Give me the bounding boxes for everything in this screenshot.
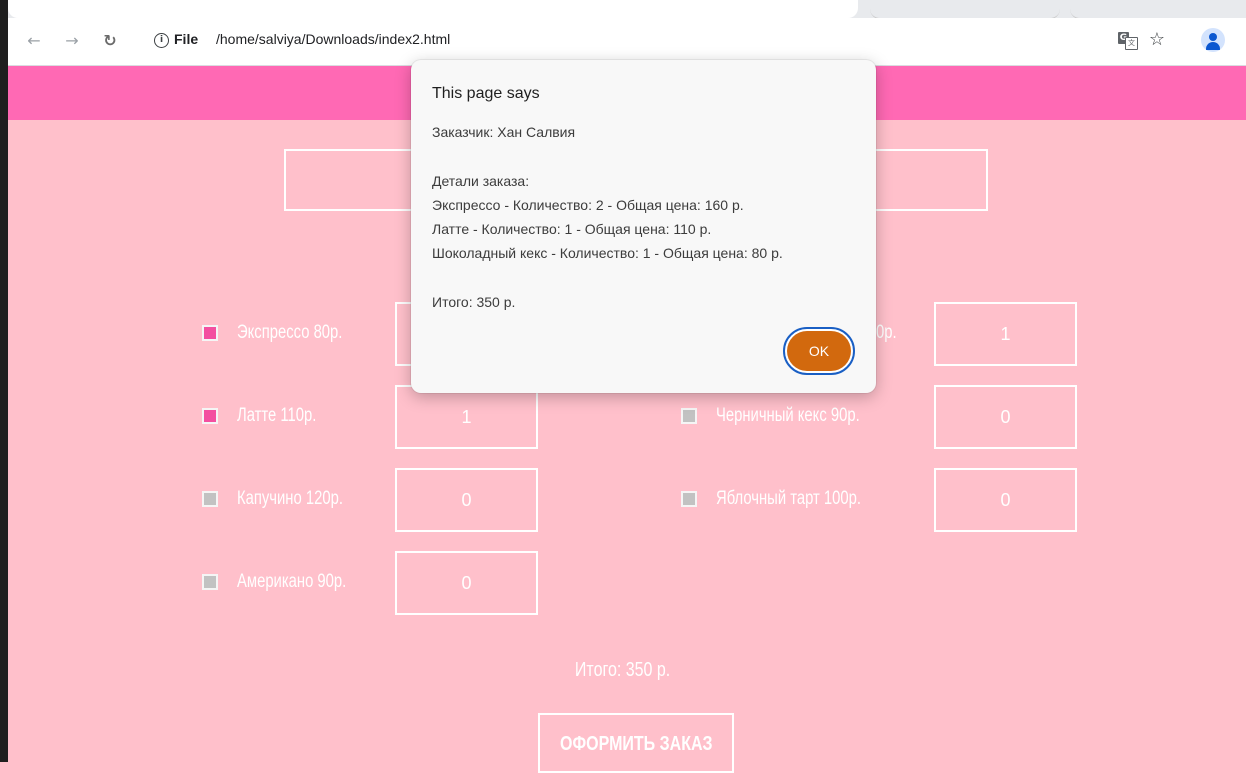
reload-icon: ↻ (103, 31, 117, 50)
window-edge (0, 0, 8, 762)
tab-active[interactable] (8, 0, 858, 18)
cappuccino-quantity-input[interactable]: 0 (395, 468, 538, 532)
order-total: Итого: 350 р. (0, 659, 1246, 682)
browser-toolbar: ← → ↻ i File /home/salviya/Downloads/ind… (8, 18, 1246, 66)
place-order-label: ОФОРМИТЬ ЗАКАЗ (559, 733, 713, 755)
scheme-label: File (174, 31, 199, 47)
alert-dialog: This page says Заказчик: Хан Салвия Дета… (411, 60, 876, 393)
tab-inactive[interactable] (1070, 0, 1246, 19)
tab-strip (8, 0, 1246, 19)
blueberry-cake-checkbox[interactable] (681, 408, 697, 424)
address-bar[interactable]: i File /home/salviya/Downloads/index2.ht… (134, 24, 1204, 58)
cappuccino-label: Капучино 120р. (237, 488, 343, 509)
apple-tart-quantity-input[interactable]: 0 (934, 468, 1077, 532)
reload-button[interactable]: ↻ (100, 30, 120, 52)
blueberry-cake-quantity-input[interactable]: 0 (934, 385, 1077, 449)
url-text[interactable]: /home/salviya/Downloads/index2.html (216, 31, 450, 47)
translate-icon[interactable]: G文 (1118, 29, 1140, 51)
tab-inactive[interactable] (870, 0, 1060, 19)
cappuccino-checkbox[interactable] (202, 491, 218, 507)
profile-avatar-icon[interactable] (1201, 28, 1225, 52)
dialog-title: This page says (432, 85, 540, 102)
bookmark-star-icon[interactable]: ☆ (1146, 29, 1168, 51)
apple-tart-label: Яблочный тарт 100р. (716, 488, 861, 509)
blueberry-cake-label: Черничный кекс 90р. (716, 405, 860, 426)
order-total-text: Итого: 350 р. (575, 659, 671, 681)
chocolate-cake-label-partial: 0р. (876, 322, 897, 343)
info-icon[interactable]: i (154, 33, 169, 48)
americano-label: Американо 90р. (237, 571, 347, 592)
forward-button[interactable]: → (62, 30, 82, 52)
dialog-message: Заказчик: Хан Салвия Детали заказа: Эксп… (432, 124, 783, 311)
chocolate-cake-quantity-input[interactable]: 1 (934, 302, 1077, 366)
latte-quantity-input[interactable]: 1 (395, 385, 538, 449)
americano-checkbox[interactable] (202, 574, 218, 590)
espresso-checkbox[interactable] (202, 325, 218, 341)
americano-quantity-input[interactable]: 0 (395, 551, 538, 615)
forward-arrow-icon: → (65, 31, 79, 50)
latte-checkbox[interactable] (202, 408, 218, 424)
latte-label: Латте 110р. (237, 405, 317, 426)
apple-tart-checkbox[interactable] (681, 491, 697, 507)
place-order-button[interactable]: ОФОРМИТЬ ЗАКАЗ (538, 713, 734, 773)
ok-button-label: OK (787, 331, 851, 371)
ok-button[interactable]: OK (783, 327, 855, 375)
espresso-label: Экспрессо 80р. (237, 322, 343, 343)
back-button[interactable]: ← (24, 30, 44, 52)
back-arrow-icon: ← (27, 31, 41, 50)
